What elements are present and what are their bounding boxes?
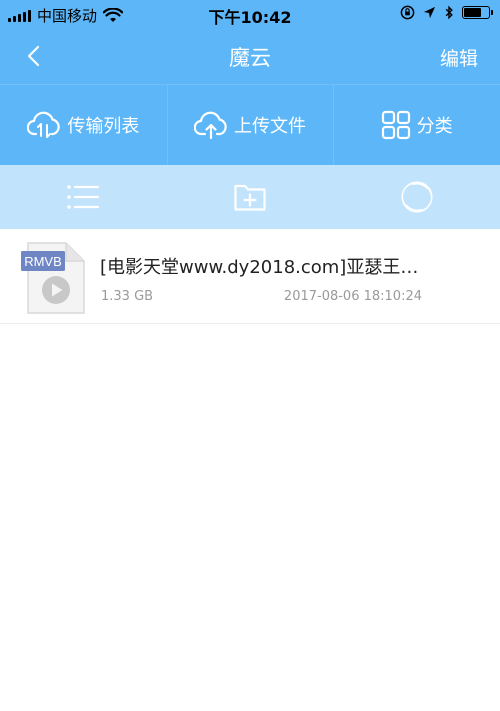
page-title: 魔云: [229, 46, 271, 70]
category-button[interactable]: 分类: [333, 85, 500, 165]
list-icon: [67, 185, 100, 209]
cloud-upload-icon: [194, 111, 227, 140]
status-bar: 中国移动 下午10:42: [0, 0, 500, 28]
upload-file-button[interactable]: 上传文件: [166, 85, 334, 165]
location-icon: [423, 6, 436, 19]
file-name: [电影天堂www.dy2018.com]亚瑟王…: [100, 257, 419, 278]
refresh-button[interactable]: [333, 165, 500, 229]
upload-file-label: 上传文件: [234, 116, 306, 137]
transfer-list-label: 传输列表: [67, 116, 140, 137]
file-date: 2017-08-06 18:10:24: [283, 289, 422, 304]
file-list: RMVB [电影天堂www.dy2018.com]亚瑟王… 1.33 GB 20…: [0, 229, 500, 324]
chevron-left-icon: [27, 45, 40, 67]
nav-bar: 魔云 编辑: [0, 28, 500, 84]
category-label: 分类: [416, 116, 453, 137]
grid-icon: [381, 110, 410, 140]
file-type-badge: RMVB: [24, 254, 62, 269]
file-size: 1.33 GB: [101, 289, 154, 304]
orientation-lock-icon: [400, 5, 415, 20]
bluetooth-icon: [445, 5, 453, 20]
refresh-icon: [401, 181, 433, 213]
new-folder-button[interactable]: [167, 165, 334, 229]
file-row[interactable]: RMVB [电影天堂www.dy2018.com]亚瑟王… 1.33 GB 20…: [0, 229, 500, 324]
list-view-button[interactable]: [0, 165, 167, 229]
transfer-list-button[interactable]: 传输列表: [0, 85, 167, 165]
back-button[interactable]: [18, 40, 48, 72]
rmvb-file-icon: RMVB: [20, 241, 86, 315]
add-folder-icon: [234, 184, 266, 211]
edit-button[interactable]: 编辑: [440, 44, 478, 71]
action-bar: 传输列表 上传文件 分类: [0, 84, 500, 165]
tool-bar: [0, 165, 500, 229]
cloud-transfer-icon: [27, 111, 61, 138]
battery-icon: [462, 6, 493, 19]
status-right: [400, 5, 493, 20]
